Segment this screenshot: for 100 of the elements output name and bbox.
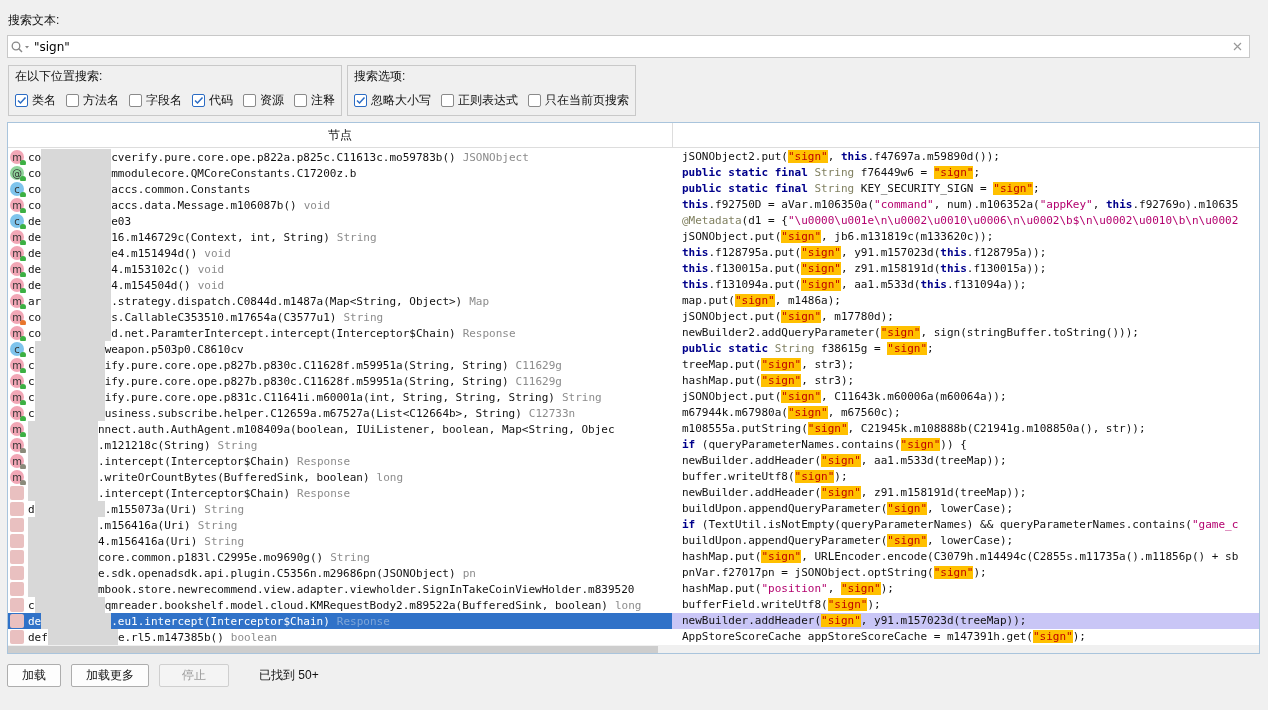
- class-icon: c: [10, 214, 24, 228]
- checkbox[interactable]: [354, 94, 367, 107]
- code-line: this.f128795a.put("sign", y91.m157023d(this.f128795a));: [681, 245, 1048, 261]
- result-row[interactable]: m c ify.pure.core.ope.p831c.C11641i.m60001a(int, String, String, String) String jSONObject.put("sign", C11643k.m60006a(m60064a));: [8, 389, 1259, 405]
- node-name: c: [28, 374, 35, 388]
- return-type: void: [197, 278, 225, 292]
- method-icon: m: [10, 278, 24, 292]
- result-row[interactable]: .m156416a(Uri) String if (TextUtil.isNotEmpty(queryParameterNames) && queryParameterNames.contains("game_c: [8, 517, 1259, 533]
- node-name: s.CallableC353510.m17654a(C3577u1): [111, 310, 337, 324]
- checkbox-option[interactable]: 字段名: [129, 92, 182, 109]
- result-row[interactable]: m c usiness.subscribe.helper.C12659a.m67527a(List<C12664b>, String) C12733n m67944k.m67980a("sign", m67560c);: [8, 405, 1259, 421]
- node-name: .writeOrCountBytes(BufferedSink, boolean): [98, 470, 370, 484]
- return-type: String: [197, 518, 238, 532]
- checkbox[interactable]: [528, 94, 541, 107]
- node-name: ify.pure.core.ope.p827b.p830c.C11628f.m59951a(String, String): [104, 358, 509, 372]
- result-row[interactable]: m c ify.pure.core.ope.p827b.p830c.C11628f.m59951a(String, String) C11629g hashMap.put("sign", str3);: [8, 373, 1259, 389]
- code-line: hashMap.put("sign", str3);: [681, 373, 856, 389]
- result-row[interactable]: m de e4.m151494d() void this.f128795a.put("sign", y91.m157023d(this.f128795a));: [8, 245, 1259, 261]
- checkbox[interactable]: [441, 94, 454, 107]
- class-icon: c: [10, 182, 24, 196]
- column-header[interactable]: 节点: [8, 123, 673, 147]
- code-line: bufferField.writeUtf8("sign");: [681, 597, 882, 613]
- method-icon: m: [10, 358, 24, 372]
- result-row[interactable]: m ar .strategy.dispatch.C0844d.m1487a(Map<String, Object>) Map map.put("sign", m1486a);: [8, 293, 1259, 309]
- return-type: String: [330, 550, 370, 564]
- result-row[interactable]: m .m121218c(String) String if (queryParameterNames.contains("sign")) {: [8, 437, 1259, 453]
- redacted-block: [10, 486, 24, 500]
- node-name: c: [28, 598, 35, 612]
- checkbox-option[interactable]: 只在当前页搜索: [528, 92, 629, 109]
- result-row[interactable]: c qmreader.bookshelf.model.cloud.KMRequestBody2.m89522a(BufferedSink, boolean) long bufferField.writeUtf8("sign");: [8, 597, 1259, 613]
- result-row[interactable]: c de e03 @Metadata(d1 = {"\u0000\u001e\n\u0002\u0010\u0006\n\u0002\b$\n\u0002\u0010\b\n\u0002: [8, 213, 1259, 229]
- result-row[interactable]: mbook.store.newrecommend.view.adapter.viewholder.SignInTakeCoinViewHolder.m839520 hashMap.put("position", "sign");: [8, 581, 1259, 597]
- group-title: 搜索选项:: [354, 68, 407, 85]
- node-name: c: [28, 390, 35, 404]
- result-row[interactable]: m .intercept(Interceptor$Chain) Response newBuilder.addHeader("sign", aa1.m533d(treeMap));: [8, 453, 1259, 469]
- result-row[interactable]: core.common.p183l.C2995e.mo9690g() String hashMap.put("sign", URLEncoder.encode(C3079h.m14494c(C2855s.m11735a().m11856p() + sb: [8, 549, 1259, 565]
- node-name: .intercept(Interceptor$Chain): [98, 486, 291, 500]
- result-row[interactable]: def e.rl5.m147385b() boolean AppStoreScoreCache appStoreScoreCache = m147391h.get("sign");: [8, 629, 1259, 645]
- scrollbar-thumb[interactable]: [8, 646, 658, 653]
- return-type: long: [376, 470, 404, 484]
- result-row[interactable]: m de 4.m154504d() void this.f131094a.put("sign", aa1.m533d(this.f131094a));: [8, 277, 1259, 293]
- return-type: long: [614, 598, 642, 612]
- result-row[interactable]: m de 16.m146729c(Context, int, String) String jSONObject.put("sign", jb6.m131819c(m133620c));: [8, 229, 1259, 245]
- result-row[interactable]: m co s.CallableC353510.m17654a(C3577u1) String jSONObject.put("sign", m17780d);: [8, 309, 1259, 325]
- method-icon: m: [10, 406, 24, 420]
- node-name: core.common.p183l.C2995e.mo9690g(): [98, 550, 324, 564]
- result-row[interactable]: c c weapon.p503p0.C8610cv public static String f38615g = "sign";: [8, 341, 1259, 357]
- result-row[interactable]: m co accs.data.Message.m106087b() void this.f92750D = aVar.m106350a("command", num).m106352a("appKey", this.f92769o).m10635: [8, 197, 1259, 213]
- horizontal-scrollbar[interactable]: [8, 645, 1259, 653]
- checkbox[interactable]: [294, 94, 307, 107]
- code-line: buildUpon.appendQueryParameter("sign", lowerCase);: [681, 533, 1015, 549]
- node-name: c: [28, 406, 35, 420]
- checkbox[interactable]: [15, 94, 28, 107]
- checkbox-option[interactable]: 方法名: [66, 92, 119, 109]
- result-row[interactable]: m c ify.pure.core.ope.p827b.p830c.C11628f.m59951a(String, String) C11629g treeMap.put("sign", str3);: [8, 357, 1259, 373]
- checkbox-option[interactable]: 忽略大小写: [354, 92, 431, 109]
- checkbox-option[interactable]: 代码: [192, 92, 233, 109]
- checkbox-option[interactable]: 资源: [243, 92, 284, 109]
- redacted-block: [10, 550, 24, 564]
- result-row[interactable]: e.sdk.openadsdk.api.plugin.C5356n.m29686pn(JSONObject) pn pnVar.f27017pn = jSONObject.optString("sign");: [8, 565, 1259, 581]
- result-row[interactable]: 4.m156416a(Uri) String buildUpon.appendQueryParameter("sign", lowerCase);: [8, 533, 1259, 549]
- checkbox[interactable]: [129, 94, 142, 107]
- search-label: 搜索文本:: [8, 12, 61, 29]
- action-button[interactable]: 加载更多: [71, 664, 149, 687]
- node-name: .intercept(Interceptor$Chain): [98, 454, 291, 468]
- return-type: String: [217, 438, 258, 452]
- checkbox-option[interactable]: 类名: [15, 92, 56, 109]
- clear-icon[interactable]: [1233, 42, 1242, 51]
- node-name: de: [28, 230, 42, 244]
- node-name: nnect.auth.AuthAgent.m108409a(boolean, IUiListener, boolean, Map<String, Objec: [98, 422, 615, 436]
- code-line: if (TextUtil.isNotEmpty(queryParameterNames) && queryParameterNames.contains("game_c: [681, 517, 1240, 533]
- result-row[interactable]: @ co mmodulecore.QMCoreConstants.C17200z.b public static final String f76449w6 = "sign";: [8, 165, 1259, 181]
- node-name: co: [28, 182, 42, 196]
- redacted-block: [10, 598, 24, 612]
- result-row[interactable]: d .m155073a(Uri) String buildUpon.appendQueryParameter("sign", lowerCase);: [8, 501, 1259, 517]
- result-row[interactable]: .intercept(Interceptor$Chain) Response newBuilder.addHeader("sign", z91.m158191d(treeMap));: [8, 485, 1259, 501]
- checkbox[interactable]: [243, 94, 256, 107]
- return-type: void: [204, 246, 231, 260]
- checkbox-option[interactable]: 注释: [294, 92, 335, 109]
- node-name: e4.m151494d(): [111, 246, 198, 260]
- redacted-block: [10, 630, 24, 644]
- result-row[interactable]: m de 4.m153102c() void this.f130015a.put("sign", z91.m158191d(this.f130015a));: [8, 261, 1259, 277]
- node-name: mbook.store.newrecommend.view.adapter.viewholder.SignInTakeCoinViewHolder.m839520: [98, 582, 635, 596]
- checkbox[interactable]: [192, 94, 205, 107]
- checkbox[interactable]: [66, 94, 79, 107]
- node-name: 4.m156416a(Uri): [98, 534, 198, 548]
- result-row[interactable]: m nnect.auth.AuthAgent.m108409a(boolean, IUiListener, boolean, Map<String, Objec m108555a.putString("sign", C21945k.m108888b(C21941g.m108850a(), str));: [8, 421, 1259, 437]
- node-name: accs.data.Message.m106087b(): [111, 198, 297, 212]
- result-row[interactable]: c co accs.common.Constants public static final String KEY_SECURITY_SIGN = "sign";: [8, 181, 1259, 197]
- result-row[interactable]: m .writeOrCountBytes(BufferedSink, boolean) long buffer.writeUtf8("sign");: [8, 469, 1259, 485]
- result-row[interactable]: m co cverify.pure.core.ope.p822a.p825c.C11613c.mo59783b() JSONObject jSONObject2.put("sign", this.f47697a.m59890d());: [8, 149, 1259, 165]
- result-row[interactable]: m co d.net.ParamterIntercept.intercept(Interceptor$Chain) Response newBuilder2.addQueryParameter("sign", sign(stringBuffer.toString()));: [8, 325, 1259, 341]
- node-name: co: [28, 310, 42, 324]
- code-line: this.f131094a.put("sign", aa1.m533d(this.f131094a));: [681, 277, 1028, 293]
- return-type: String: [204, 502, 245, 516]
- action-button[interactable]: 加载: [7, 664, 61, 687]
- search-field[interactable]: "sign": [7, 35, 1250, 58]
- return-type: C11629g: [515, 374, 562, 388]
- node-name: mmodulecore.QMCoreConstants.C17200z.b: [111, 166, 357, 180]
- checkbox-option[interactable]: 正则表达式: [441, 92, 518, 109]
